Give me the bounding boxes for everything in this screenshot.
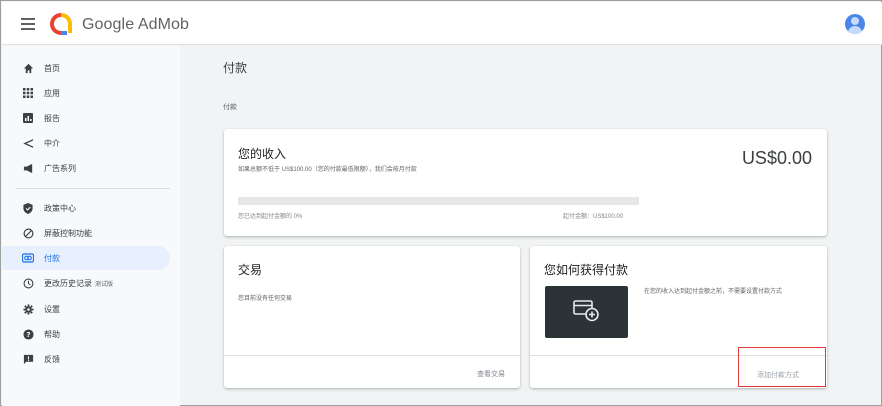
svg-text:?: ? xyxy=(26,330,30,339)
add-payment-method-button[interactable]: 添加付款方式 xyxy=(738,347,826,387)
account-avatar[interactable] xyxy=(845,14,865,34)
sidebar-item-label: 首页 xyxy=(44,63,60,73)
how-you-get-paid-card: 您如何获得付款 在您的收入达到起付金额之前，不需要设置付款方式 添加付款方式 xyxy=(530,246,827,388)
sidebar-item-label: 报告 xyxy=(44,113,60,123)
payment-method-illustration xyxy=(545,286,628,338)
transactions-card: 交易 您目前没有任何交易 查看交易 xyxy=(224,246,520,388)
sidebar-item-feedback[interactable]: 反馈 xyxy=(2,347,170,371)
sidebar-item-reports[interactable]: 报告 xyxy=(2,106,170,130)
add-payment-method-label: 添加付款方式 xyxy=(757,372,799,379)
add-card-icon xyxy=(573,300,599,322)
report-icon xyxy=(22,112,34,124)
sidebar-item-label: 政策中心 xyxy=(44,203,76,213)
income-amount: US$0.00 xyxy=(741,148,812,168)
sidebar-item-label: 应用 xyxy=(44,88,60,98)
sidebar-nav: 首页 应用 报告 中介 广告系列 政策中心 屏蔽控制功能 付款 更改历史记录 测… xyxy=(2,46,180,406)
sidebar-item-policy-center[interactable]: 政策中心 xyxy=(2,196,170,220)
payments-icon xyxy=(22,252,34,264)
sidebar-item-label: 付款 xyxy=(44,253,60,263)
hamburger-menu-icon[interactable] xyxy=(21,18,35,30)
sidebar-item-label: 反馈 xyxy=(44,354,60,364)
sidebar-item-label: 中介 xyxy=(44,138,60,148)
transactions-empty-text: 您目前没有任何交易 xyxy=(238,296,293,302)
app-window: Google AdMob 首页 应用 报告 中介 广告系列 政策中心 屏蔽控制功… xyxy=(0,0,882,406)
page-title: 付款 xyxy=(223,61,248,75)
history-icon xyxy=(22,277,34,289)
card-footer: 查看交易 xyxy=(224,355,520,388)
how-paid-description: 在您的收入达到起付金额之前，不需要设置付款方式 xyxy=(644,289,783,295)
sidebar-item-label: 更改历史记录 测试版 xyxy=(44,278,113,289)
app-brand: Google AdMob xyxy=(82,16,190,33)
how-paid-title: 您如何获得付款 xyxy=(544,263,629,277)
progress-label-left: 您已达到起付金额的 0% xyxy=(238,214,303,220)
sidebar-item-label: 帮助 xyxy=(44,329,60,339)
apps-grid-icon xyxy=(22,87,34,99)
top-bar: Google AdMob xyxy=(2,2,882,45)
gear-icon xyxy=(22,303,34,315)
shield-icon xyxy=(22,202,34,214)
admob-logo-icon xyxy=(50,13,72,35)
income-subtitle: 如果总额不低于 US$100.00（您的付款最低限额），我们会按月付款 xyxy=(238,167,417,173)
sidebar-item-mediation[interactable]: 中介 xyxy=(2,131,170,155)
mediation-icon xyxy=(22,137,34,149)
transactions-title: 交易 xyxy=(238,263,263,277)
feedback-icon xyxy=(22,353,34,365)
sidebar-item-text: 更改历史记录 xyxy=(44,278,92,288)
sidebar-item-campaigns[interactable]: 广告系列 xyxy=(2,156,170,180)
sidebar-item-payments[interactable]: 付款 xyxy=(2,246,170,270)
sidebar-item-home[interactable]: 首页 xyxy=(2,56,170,80)
sidebar-item-blocking-controls[interactable]: 屏蔽控制功能 xyxy=(2,221,170,245)
sidebar-item-label: 设置 xyxy=(44,304,60,314)
help-icon: ? xyxy=(22,328,34,340)
breadcrumb: 付款 xyxy=(223,104,237,111)
megaphone-icon xyxy=(22,162,34,174)
sidebar-item-label: 屏蔽控制功能 xyxy=(44,228,92,238)
income-title: 您的收入 xyxy=(238,147,287,161)
home-icon xyxy=(22,62,34,74)
payment-threshold-progress xyxy=(238,197,639,205)
sidebar-item-change-history[interactable]: 更改历史记录 测试版 xyxy=(2,271,170,295)
sidebar-item-label: 广告系列 xyxy=(44,163,76,173)
income-card: 您的收入 如果总额不低于 US$100.00（您的付款最低限额），我们会按月付款… xyxy=(224,129,827,236)
sidebar-divider xyxy=(16,188,170,189)
beta-badge: 测试版 xyxy=(95,281,114,288)
sidebar-item-help[interactable]: ? 帮助 xyxy=(2,322,170,346)
progress-label-right: 起付金额：US$100.00 xyxy=(563,214,624,220)
sidebar-item-apps[interactable]: 应用 xyxy=(2,81,170,105)
block-icon xyxy=(22,227,34,239)
sidebar-item-settings[interactable]: 设置 xyxy=(2,297,170,321)
view-transactions-link[interactable]: 查看交易 xyxy=(477,369,505,379)
